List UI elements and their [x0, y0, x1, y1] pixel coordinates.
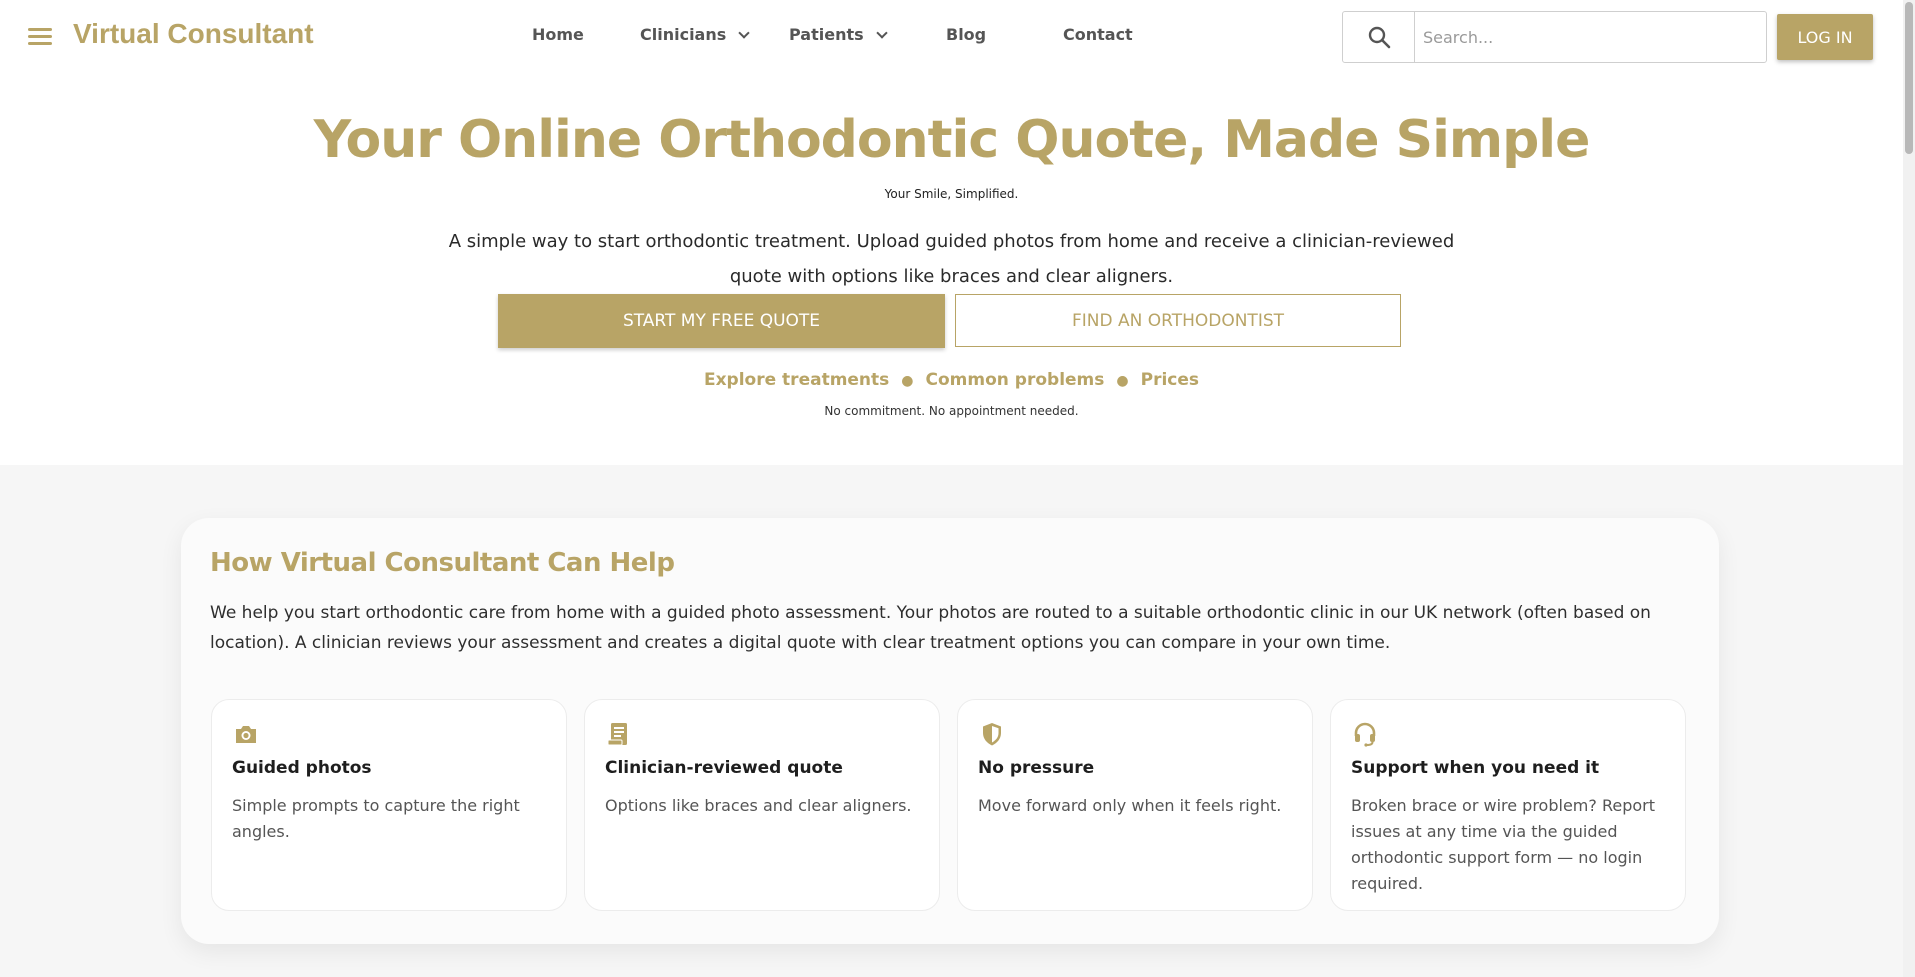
quick-links: Explore treatments ● Common problems ● Price… — [0, 370, 1903, 390]
page-title: Your Online Orthodontic Quote, Made Simp… — [313, 110, 1591, 170]
common-problems-link[interactable]: Common problems — [926, 370, 1105, 390]
nav-home[interactable]: Home — [532, 25, 584, 44]
nav-blog[interactable]: Blog — [946, 25, 986, 44]
shield-icon — [983, 723, 1001, 746]
headset-icon — [1354, 722, 1376, 747]
brand-logo[interactable]: Virtual Consultant — [73, 18, 314, 50]
find-orthodontist-button[interactable]: FIND AN ORTHODONTIST — [955, 294, 1401, 347]
nav-blog-label: Blog — [946, 25, 987, 44]
document-icon — [607, 723, 627, 746]
search-box — [1342, 11, 1767, 63]
nav-clinicians-label: Clinicians — [640, 25, 727, 44]
scrollbar-thumb[interactable] — [1905, 2, 1913, 154]
start-quote-button[interactable]: START MY FREE QUOTE — [498, 294, 945, 348]
feature-card-guided-photos: Guided photos Simple prompts to capture … — [211, 699, 567, 911]
chevron-down-icon — [875, 27, 888, 39]
hero-tagline: Your Smile, Simplified. — [884, 187, 1019, 201]
search-icon — [1368, 26, 1390, 49]
help-text: We help you start orthodontic care from … — [210, 603, 1651, 653]
search-input[interactable] — [1415, 12, 1766, 62]
login-button[interactable]: LOG IN — [1777, 14, 1873, 60]
nav-contact[interactable]: Contact — [1063, 25, 1133, 44]
nav-patients-label: Patients — [789, 25, 864, 44]
explore-treatments-link[interactable]: Explore treatments — [704, 370, 889, 390]
card-title: No pressure — [978, 758, 1095, 778]
feature-card-clinician-quote: Clinician-reviewed quote Options like br… — [584, 699, 940, 911]
help-panel: How Virtual Consultant Can Help We help … — [181, 518, 1719, 944]
nav-patients[interactable]: Patients — [789, 25, 888, 44]
card-text: Options like braces and clear aligners. — [605, 796, 912, 815]
nav-home-label: Home — [532, 25, 584, 44]
card-title: Clinician-reviewed quote — [605, 758, 843, 778]
camera-icon — [236, 726, 256, 743]
separator-dot: ● — [1116, 373, 1129, 389]
card-text: Broken brace or wire problem? Report iss… — [1351, 796, 1655, 893]
help-title: How Virtual Consultant Can Help — [210, 548, 675, 578]
page-scrollbar[interactable] — [1903, 0, 1915, 977]
card-text: Move forward only when it feels right. — [978, 796, 1282, 815]
feature-card-support: Support when you need it Broken brace or… — [1330, 699, 1686, 911]
site-header: Virtual Consultant Home Clinicians Patie… — [0, 0, 1903, 72]
chevron-down-icon — [738, 27, 750, 39]
prices-link[interactable]: Prices — [1141, 370, 1199, 390]
hero-note: No commitment. No appointment needed. — [824, 404, 1079, 418]
card-text: Simple prompts to capture the right angl… — [232, 796, 520, 841]
separator-dot: ● — [901, 373, 914, 389]
card-title: Guided photos — [232, 758, 372, 778]
search-button[interactable] — [1343, 12, 1415, 62]
nav-clinicians[interactable]: Clinicians — [640, 25, 750, 44]
menu-icon[interactable] — [28, 28, 52, 46]
nav-contact-label: Contact — [1063, 25, 1133, 44]
hero-description: A simple way to start orthodontic treatm… — [448, 231, 1455, 287]
feature-card-no-pressure: No pressure Move forward only when it fe… — [957, 699, 1313, 911]
card-title: Support when you need it — [1351, 758, 1600, 778]
